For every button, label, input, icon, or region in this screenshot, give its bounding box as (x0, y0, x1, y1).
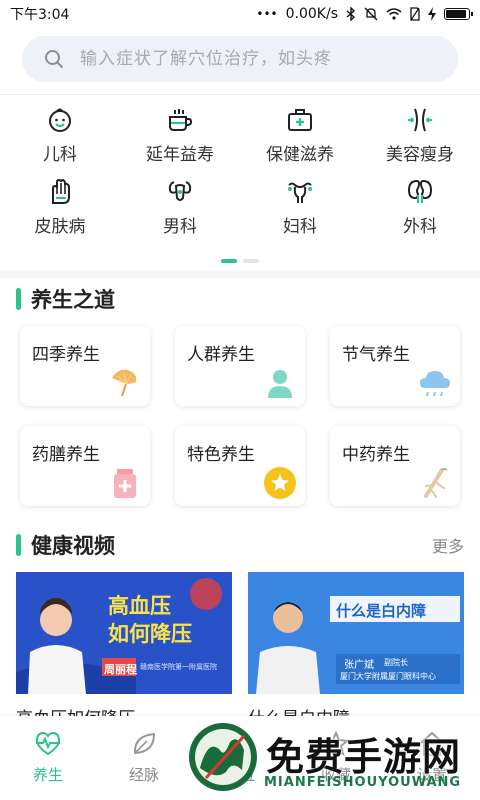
category-label: 儿科 (43, 145, 77, 165)
category-surgery[interactable]: 外科 (360, 172, 480, 244)
leaf-icon (133, 732, 156, 755)
video-item[interactable]: 什么是白内障 张广斌 副院长 厦门大学附属厦门眼科中心 什么是白内障 (248, 572, 464, 729)
card-label: 四季养生 (32, 345, 100, 365)
video-thumbnail[interactable]: 什么是白内障 张广斌 副院长 厦门大学附属厦门眼科中心 (248, 572, 464, 694)
section-title: 养生之道 (31, 288, 115, 312)
status-time: 下午3:04 (10, 7, 70, 23)
category-longevity[interactable]: 延年益寿 (120, 100, 240, 172)
more-link[interactable]: 更多 (432, 533, 464, 557)
card-seasonal[interactable]: 四季养生 (20, 326, 150, 406)
baby-face-icon (49, 108, 71, 132)
card-population[interactable]: 人群养生 (175, 326, 305, 406)
page-dot (243, 259, 259, 263)
rain-cloud-icon (420, 371, 450, 397)
page-dot-active (221, 259, 237, 263)
category-label: 男科 (163, 217, 197, 237)
status-dots: ••• (256, 7, 278, 21)
doctor-title: 副院长 (384, 658, 408, 667)
tab-label: 养生 (32, 766, 63, 784)
category-label: 皮肤病 (34, 217, 86, 237)
video-list: 高血压 如何降压 周丽程 赣南医学院第一附属医院 高血压如何降压 什么是白内障 … (16, 572, 464, 729)
section-accent-bar (16, 534, 21, 556)
kidney-icon (407, 179, 433, 203)
doctor-name: 张广斌 (344, 660, 374, 671)
search-icon (45, 50, 63, 68)
male-organ-icon (168, 181, 192, 201)
heartbeat-icon (35, 731, 61, 756)
card-label: 特色养生 (187, 445, 255, 465)
no-sim-icon (410, 7, 420, 21)
thumbnail-headline-1: 高血压 (108, 594, 171, 618)
section-divider (0, 270, 480, 278)
card-specialty[interactable]: 特色养生 (175, 426, 305, 506)
category-gynecology[interactable]: 妇科 (240, 172, 360, 244)
section-accent-bar (16, 288, 21, 310)
card-solar-term[interactable]: 节气养生 (330, 326, 460, 406)
category-label: 外科 (403, 217, 437, 237)
card-chinese-medicine[interactable]: 中药养生 (330, 426, 460, 506)
card-label: 中药养生 (342, 445, 410, 465)
watermark-text: 免费手游网 (266, 735, 462, 779)
battery-icon (444, 8, 473, 20)
star-badge-icon (264, 467, 296, 499)
mute-icon (364, 7, 378, 21)
card-medicinal-diet[interactable]: 药膳养生 (20, 426, 150, 506)
card-label: 人群养生 (187, 345, 255, 365)
status-indicators: ••• 0.00K/s (256, 6, 473, 22)
status-bar: 下午3:04 ••• 0.00K/s (0, 0, 480, 28)
hand-skin-icon (52, 178, 70, 204)
thumbnail-banner: 什么是白内障 (336, 602, 427, 620)
watermark-logo-icon (189, 723, 257, 791)
category-label: 延年益寿 (146, 145, 214, 165)
search-bar[interactable] (22, 36, 458, 82)
uterus-icon (288, 182, 312, 203)
thumbnail-headline-2: 如何降压 (108, 622, 192, 646)
search-input[interactable] (80, 49, 440, 69)
category-andrology[interactable]: 男科 (120, 172, 240, 244)
tab-label: 经脉 (128, 766, 159, 784)
wellness-section-header: 养生之道 (16, 284, 464, 314)
category-label: 保健滋养 (266, 145, 334, 165)
card-label: 药膳养生 (32, 445, 100, 465)
wifi-icon (386, 8, 402, 20)
tea-cup-icon (169, 109, 193, 131)
ginkgo-leaf-icon (112, 369, 137, 397)
person-icon (268, 370, 292, 398)
video-thumbnail[interactable]: 高血压 如何降压 周丽程 赣南医学院第一附属医院 (16, 572, 232, 694)
category-label: 美容瘦身 (386, 145, 454, 165)
divider (0, 94, 480, 95)
charging-icon (428, 7, 436, 21)
tab-meridian[interactable]: 经脉 (96, 716, 192, 800)
bluetooth-icon (346, 7, 356, 21)
hospital-name: 赣南医学院第一附属医院 (140, 663, 217, 671)
waist-slim-icon (408, 108, 432, 132)
category-grid: 儿科 延年益寿 保健滋养 美容瘦身 皮肤病 男科 妇科 外科 (0, 100, 480, 244)
medical-kit-icon (288, 109, 312, 131)
video-item[interactable]: 高血压 如何降压 周丽程 赣南医学院第一附属医院 高血压如何降压 (16, 572, 232, 729)
network-speed: 0.00K/s (285, 6, 338, 22)
medicine-bottle-icon (114, 469, 136, 498)
doctor-name: 周丽程 (104, 663, 137, 676)
category-dermatology[interactable]: 皮肤病 (0, 172, 120, 244)
wellness-cards: 四季养生 人群养生 节气养生 药膳养生 特色养生 中药养生 (20, 326, 460, 506)
tab-wellness[interactable]: 养生 (0, 716, 96, 800)
card-label: 节气养生 (342, 345, 410, 365)
category-label: 妇科 (283, 217, 317, 237)
category-pediatrics[interactable]: 儿科 (0, 100, 120, 172)
video-section-header: 健康视频 更多 (16, 530, 464, 560)
hospital-name: 厦门大学附属厦门眼科中心 (340, 672, 436, 681)
page-indicator (0, 259, 480, 263)
section-title: 健康视频 (31, 534, 115, 558)
category-beauty-slim[interactable]: 美容瘦身 (360, 100, 480, 172)
category-health-nourish[interactable]: 保健滋养 (240, 100, 360, 172)
ginseng-root-icon (424, 468, 448, 498)
watermark: 免费手游网 MIANFEISHOUYOUWANG (186, 720, 480, 800)
watermark-subtext: MIANFEISHOUYOUWANG (264, 775, 462, 790)
